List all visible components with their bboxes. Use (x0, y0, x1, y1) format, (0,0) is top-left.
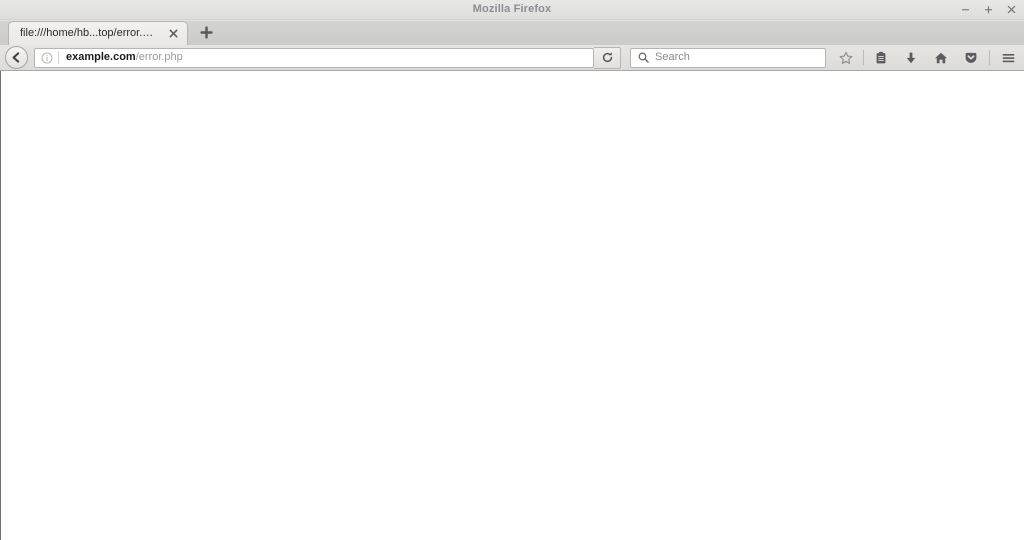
reload-icon (601, 51, 614, 64)
new-tab-button[interactable] (197, 23, 216, 42)
title-bar: Mozilla Firefox (0, 0, 1024, 20)
pocket-button[interactable] (960, 47, 982, 69)
star-icon (839, 51, 853, 65)
pocket-icon (964, 51, 978, 65)
url-separator (58, 51, 59, 64)
navigation-toolbar: example.com/error.php Search (0, 45, 1024, 71)
window-title: Mozilla Firefox (472, 3, 552, 15)
content-area (0, 71, 1024, 540)
url-bar[interactable]: example.com/error.php (34, 47, 594, 68)
clipboard-icon (874, 51, 888, 65)
tab-close-icon[interactable] (167, 27, 180, 40)
tab-strip: file:///home/hb...top/error.html (0, 20, 1024, 45)
url-path: /error.php (135, 52, 183, 63)
url-text: example.com/error.php (66, 52, 183, 63)
search-icon (637, 52, 649, 64)
tab-title: file:///home/hb...top/error.html (20, 28, 159, 39)
search-bar[interactable]: Search (630, 47, 826, 68)
toolbar-divider (863, 50, 864, 65)
home-button[interactable] (930, 47, 952, 69)
browser-tab[interactable]: file:///home/hb...top/error.html (8, 21, 188, 45)
search-input[interactable]: Search (655, 52, 690, 63)
window-controls (959, 0, 1018, 19)
toolbar-divider-2 (989, 50, 990, 65)
close-icon[interactable] (1005, 3, 1018, 17)
minimize-icon[interactable] (959, 3, 972, 17)
maximize-icon[interactable] (982, 3, 995, 17)
reload-button[interactable] (594, 46, 621, 69)
hamburger-menu-icon (1001, 51, 1016, 65)
download-arrow-icon (904, 51, 918, 65)
firefox-window: Mozilla Firefox file:///home/hb...top/er… (0, 0, 1024, 540)
back-arrow-icon (10, 51, 23, 64)
toolbar-icon-group (835, 47, 1019, 69)
library-button[interactable] (870, 47, 892, 69)
page-body (1, 71, 1024, 540)
home-icon (934, 51, 948, 65)
menu-button[interactable] (997, 47, 1019, 69)
back-button[interactable] (5, 46, 28, 69)
downloads-button[interactable] (900, 47, 922, 69)
info-icon[interactable] (40, 51, 53, 64)
url-host: example.com (66, 52, 136, 63)
bookmark-button[interactable] (835, 47, 857, 69)
